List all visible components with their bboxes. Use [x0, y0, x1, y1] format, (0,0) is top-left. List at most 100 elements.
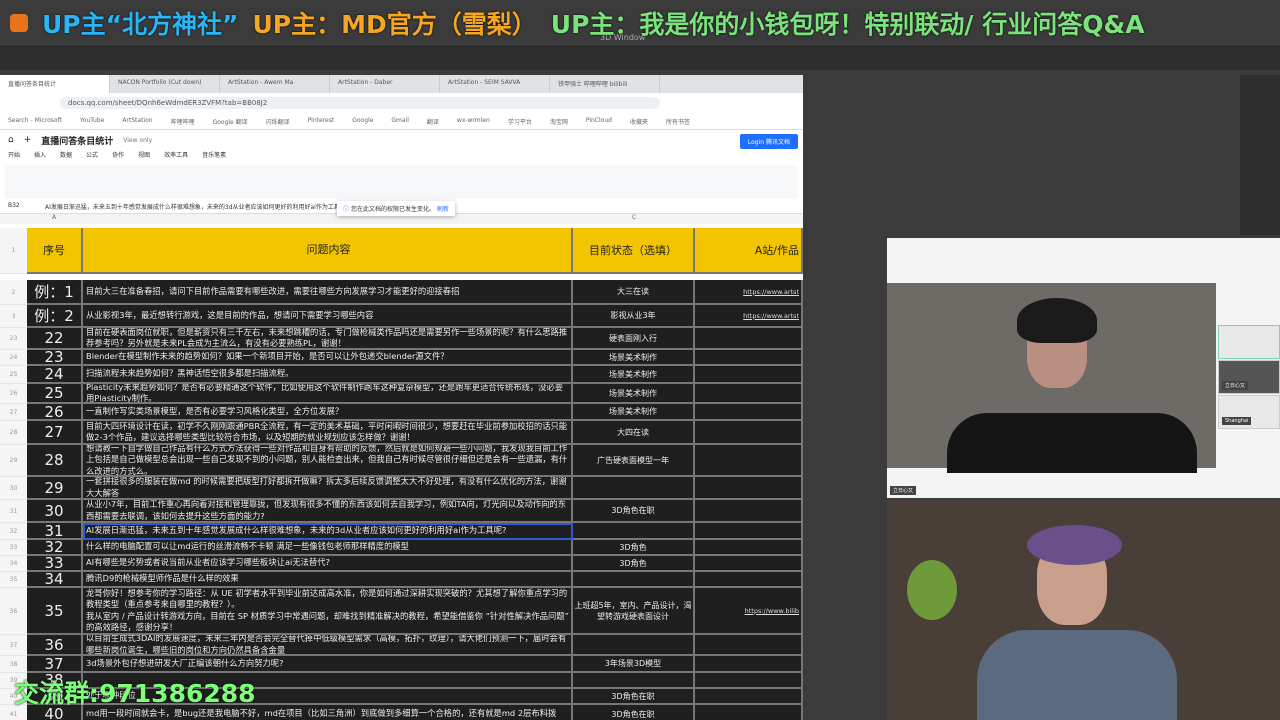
bookmark-item[interactable]: 闪烁翻译 — [266, 117, 290, 126]
seq-cell[interactable]: 32 — [27, 540, 83, 556]
status-cell[interactable]: 3D角色在职 — [573, 500, 695, 523]
link-cell[interactable] — [695, 705, 803, 720]
status-cell[interactable]: 影视从业3年 — [573, 305, 695, 328]
link-cell[interactable] — [695, 404, 803, 421]
status-cell[interactable]: 广告硬表面模型一年 — [573, 445, 695, 477]
tab-artstation-1[interactable]: ArtStation - Awem Ma — [220, 75, 330, 93]
link-cell[interactable] — [695, 673, 803, 689]
tab-nacon[interactable]: NACON Portfolio (Cut down) — [110, 75, 220, 93]
login-button[interactable]: Login 腾讯文档 — [739, 134, 798, 149]
status-cell[interactable]: 上班超5年，室内、产品设计，渴望转游戏硬表面设计 — [573, 588, 695, 635]
status-cell[interactable]: 3D角色 — [573, 540, 695, 556]
menu-item[interactable]: 数据 — [60, 150, 72, 162]
link-cell[interactable]: https://www.bilib — [695, 588, 803, 635]
header-status[interactable]: 目前状态（选填） — [573, 228, 695, 274]
add-icon[interactable]: + — [24, 135, 32, 145]
bookmark-item[interactable]: 翻译 — [427, 117, 439, 126]
column-c[interactable]: C — [632, 214, 636, 221]
seq-cell[interactable]: 29 — [27, 477, 83, 500]
link-cell[interactable] — [695, 445, 803, 477]
menu-item[interactable]: 效率工具 — [164, 150, 188, 162]
menu-item[interactable]: 视图 — [138, 150, 150, 162]
bookmark-item[interactable]: PinCloud — [586, 117, 612, 124]
status-cell[interactable]: 场景美术制作 — [573, 404, 695, 421]
question-cell[interactable]: 从业影视3年，最近想转行游戏，这是目前的作品，想请问下需要学习哪些内容 — [83, 305, 573, 328]
formula-input[interactable]: AI发展日渐迅猛，未来五到十年感觉发展成什么样很难想象，未来的3d从业者应该如何… — [45, 204, 349, 211]
status-cell[interactable]: 大三在读 — [573, 280, 695, 305]
participant-thumb-3[interactable]: Shanghai — [1218, 395, 1280, 429]
seq-cell[interactable]: 31 — [27, 523, 83, 540]
question-cell[interactable]: 目前在硬表面岗位就职，但是薪资只有三千左右，未来想跳槽的话，专门做枪械类作品吗还… — [83, 328, 573, 350]
header-link[interactable]: A站/作品 — [695, 228, 803, 274]
menu-item[interactable]: 插入 — [34, 150, 46, 162]
question-cell[interactable]: Blender在模型制作未来的趋势如何？如果一个新项目开始，是否可以让外包递交b… — [83, 350, 573, 366]
link-cell[interactable] — [695, 421, 803, 445]
link-cell[interactable]: https://www.artst — [695, 280, 803, 305]
status-cell[interactable]: 3年场景3D模型 — [573, 656, 695, 673]
status-cell[interactable] — [573, 477, 695, 500]
question-cell[interactable]: 一直制作写实类场景模型，是否有必要学习风格化类型，全方位发展？ — [83, 404, 573, 421]
home-icon[interactable]: ⌂ — [8, 135, 14, 145]
question-cell[interactable]: 以目前生成式3DAI的发展速度，未来三年内是否会完全替代掉中低级模型需求（高模，… — [83, 635, 573, 656]
bookmark-item[interactable]: 学习平台 — [508, 117, 532, 126]
seq-cell[interactable]: 34 — [27, 572, 83, 588]
question-cell[interactable]: 扫描流程未来趋势如何？黑神话悟空很多都是扫描流程。 — [83, 366, 573, 384]
seq-cell[interactable]: 26 — [27, 404, 83, 421]
link-cell[interactable] — [695, 556, 803, 572]
status-cell[interactable]: 场景美术制作 — [573, 350, 695, 366]
question-cell[interactable]: 腾讯D9的枪械模型师作品是什么样的效果 — [83, 572, 573, 588]
link-cell[interactable]: https://www.artst — [695, 305, 803, 328]
participant-thumb-2[interactable]: 立日心又 — [1218, 360, 1280, 394]
link-cell[interactable] — [695, 540, 803, 556]
status-cell[interactable]: 3D角色 — [573, 556, 695, 572]
status-cell[interactable]: 3D角色在职 — [573, 705, 695, 720]
seq-cell[interactable]: 22 — [27, 328, 83, 350]
status-cell[interactable] — [573, 635, 695, 656]
link-cell[interactable] — [695, 656, 803, 673]
menu-item[interactable]: 开始 — [8, 150, 20, 162]
bookmark-item[interactable]: Search - Microsoft — [8, 117, 62, 124]
status-cell[interactable]: 大四在读 — [573, 421, 695, 445]
link-cell[interactable] — [695, 328, 803, 350]
bookmark-item[interactable]: 淘宝网 — [550, 117, 568, 126]
seq-cell[interactable]: 36 — [27, 635, 83, 656]
bookmark-item[interactable]: Google — [352, 117, 373, 124]
link-cell[interactable] — [695, 689, 803, 705]
status-cell[interactable]: 3D角色在职 — [573, 689, 695, 705]
refresh-link[interactable]: 刷新 — [437, 206, 449, 213]
question-cell[interactable]: 一套拼接很多的服装在做md 的时候需要把版型打好都拆开做嘛？拆太多后续反馈调整太… — [83, 477, 573, 500]
url-input[interactable]: docs.qq.com/sheet/DQnh6eWdmdER3ZVFM?tab=… — [60, 96, 660, 109]
tab-bilibili[interactable]: 铁甲骑士 哔哩哔哩 bilibili — [550, 75, 660, 93]
bookmark-item[interactable]: ArtStation — [122, 117, 152, 124]
status-cell[interactable] — [573, 572, 695, 588]
link-cell[interactable] — [695, 500, 803, 523]
bookmark-item[interactable]: Gmail — [391, 117, 409, 124]
menu-item[interactable]: 音乐笔素 — [202, 150, 226, 162]
link-cell[interactable] — [695, 366, 803, 384]
participant-thumb-1[interactable] — [1218, 325, 1280, 359]
bookmark-item[interactable]: 所有书签 — [666, 117, 690, 126]
status-cell[interactable]: 场景美术制作 — [573, 366, 695, 384]
menu-item[interactable]: 公式 — [86, 150, 98, 162]
menu-item[interactable]: 协作 — [112, 150, 124, 162]
question-cell[interactable]: 什么样的电脑配置可以让md运行的丝滑流畅不卡顿 满足一些像钱包老师那样精度的模型 — [83, 540, 573, 556]
link-cell[interactable] — [695, 477, 803, 500]
question-cell[interactable]: AI有哪些是劣势或者说当前从业者应该学习哪些板块让ai无法替代? — [83, 556, 573, 572]
seq-cell[interactable]: 例：1 — [27, 280, 83, 305]
status-cell[interactable] — [573, 523, 695, 540]
link-cell[interactable] — [695, 635, 803, 656]
question-cell[interactable]: AI发展日渐迅猛，未来五到十年感觉发展成什么样很难想象，未来的3d从业者应该如何… — [83, 523, 573, 540]
question-cell[interactable]: 从业小7年，目前工作重心再向着对接和管理靠拢，但发现有很多不懂的东西该如何去自我… — [83, 500, 573, 523]
question-cell[interactable]: Plasticity未来趋势如何？是否有必要精通这个软件，比如使用这个软件制作跑… — [83, 384, 573, 404]
status-cell[interactable]: 硬表面刚入行 — [573, 328, 695, 350]
header-seq[interactable]: 序号 — [27, 228, 83, 274]
bookmark-item[interactable]: 收藏夹 — [630, 117, 648, 126]
bookmark-item[interactable]: Google 翻译 — [213, 117, 248, 126]
seq-cell[interactable]: 28 — [27, 445, 83, 477]
bookmark-item[interactable]: Pinterest — [308, 117, 335, 124]
seq-cell[interactable]: 25 — [27, 384, 83, 404]
bookmark-item[interactable]: YouTube — [80, 117, 104, 124]
link-cell[interactable] — [695, 384, 803, 404]
status-cell[interactable] — [573, 673, 695, 689]
tab-artstation-2[interactable]: ArtStation - Daber — [330, 75, 440, 93]
